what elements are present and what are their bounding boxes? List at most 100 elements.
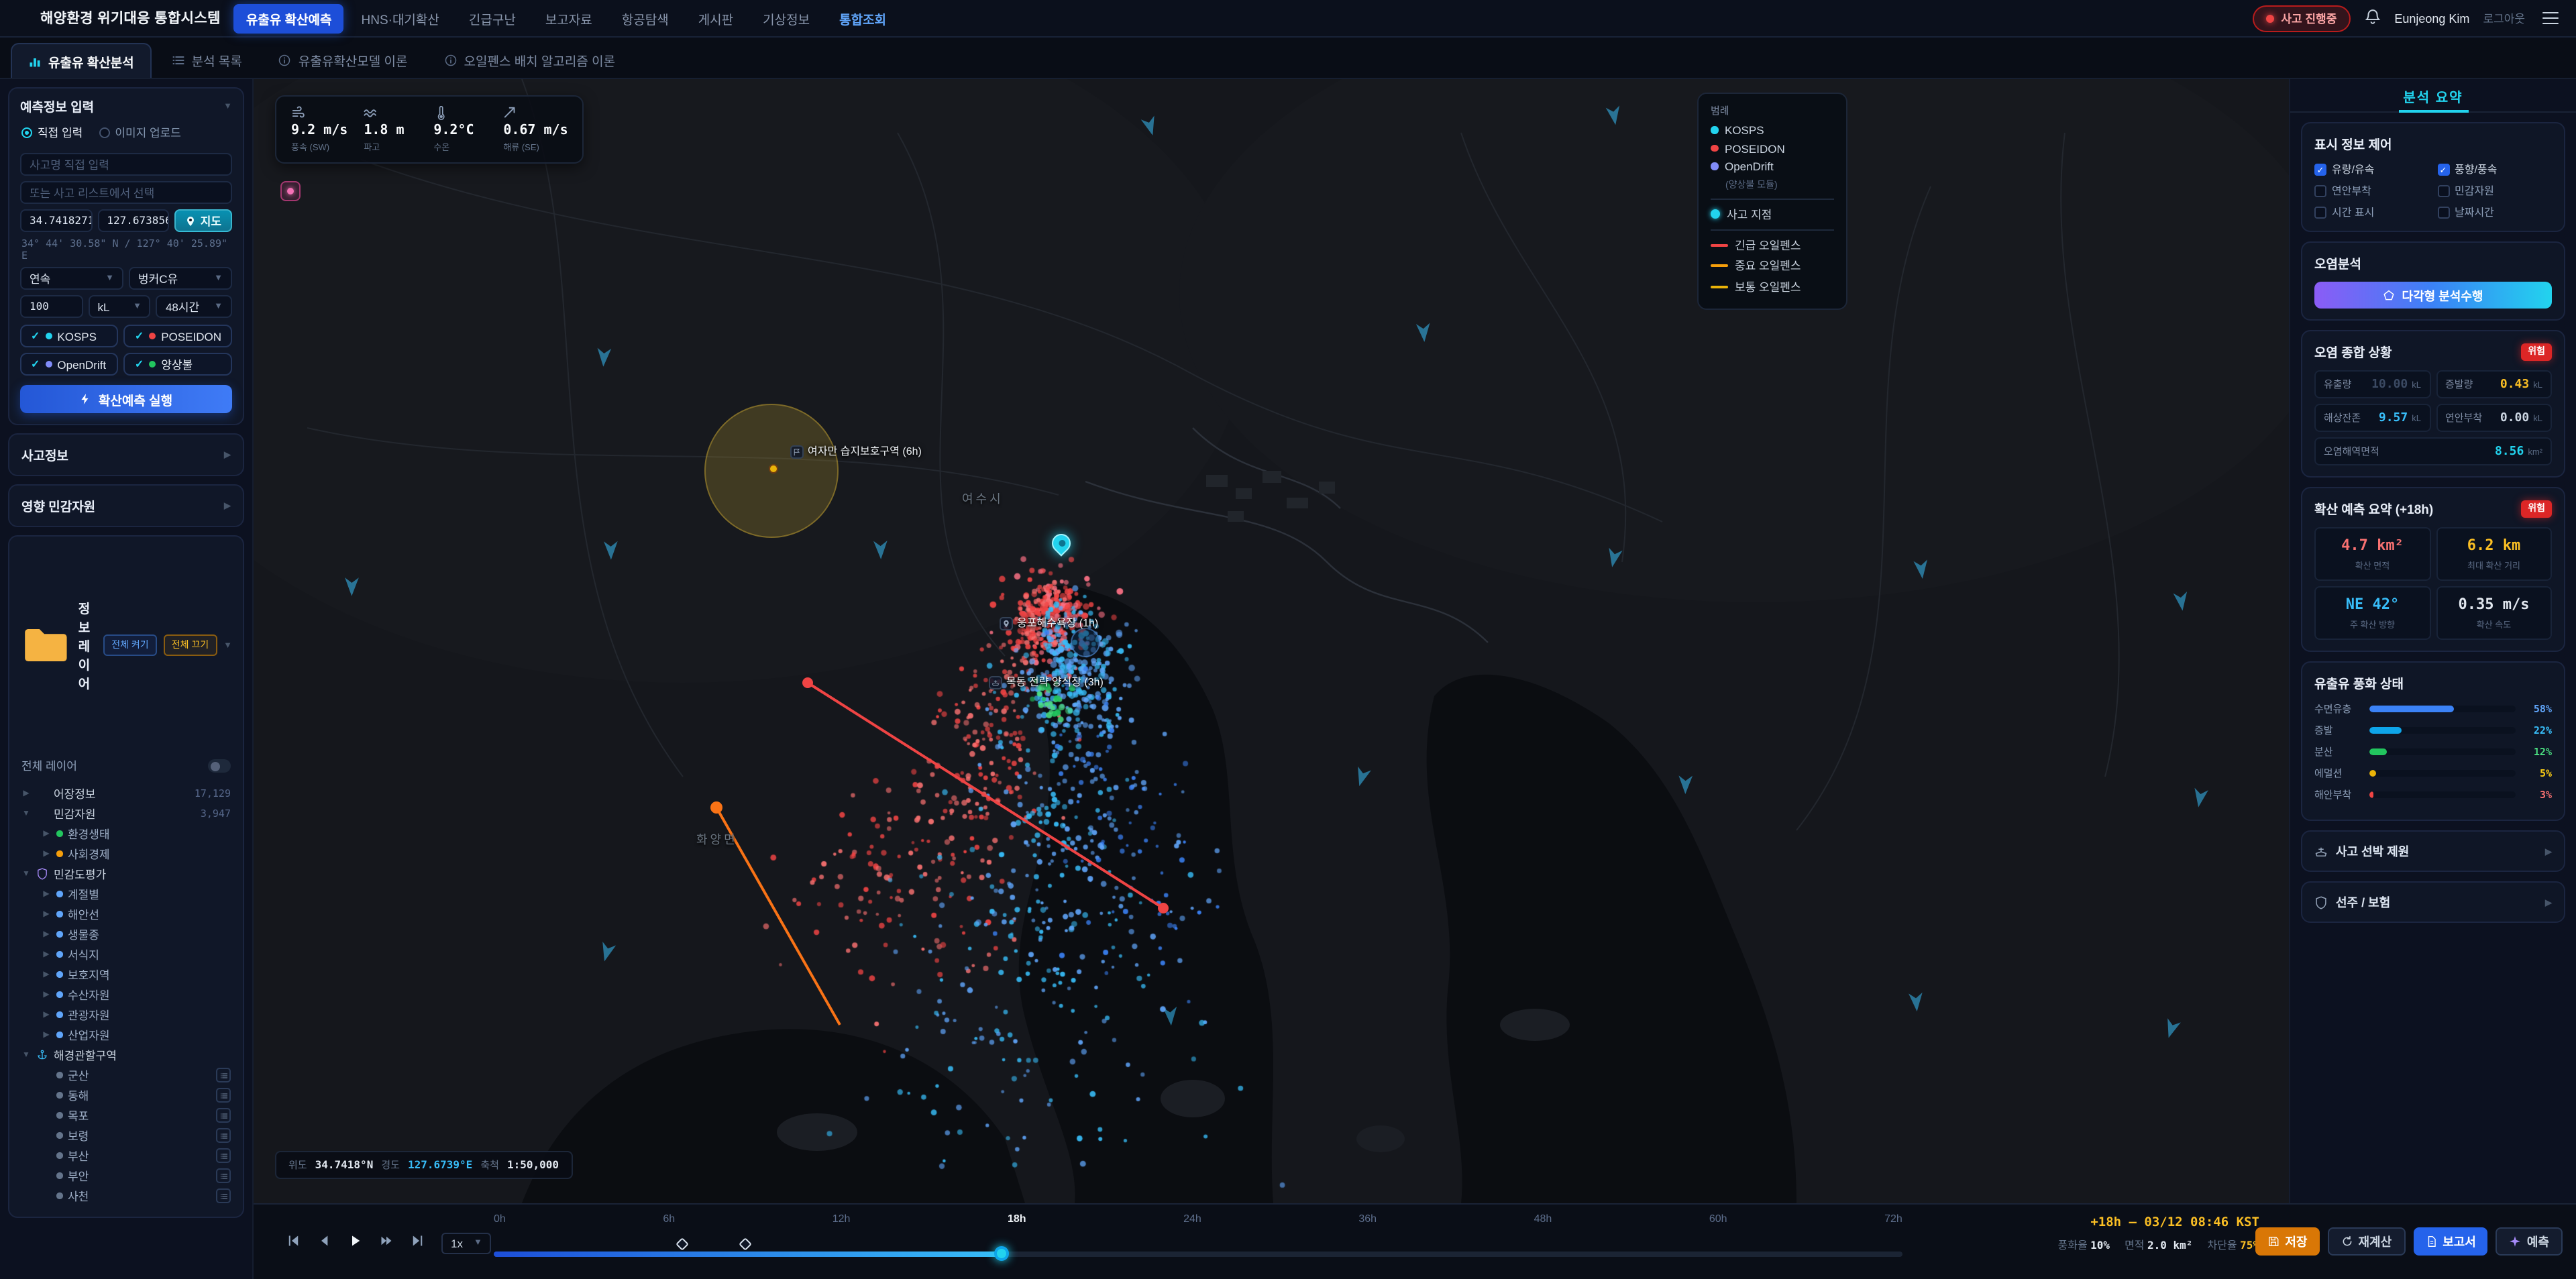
layers-all-on-button[interactable]: 전체 켜기	[103, 634, 157, 656]
nav-item[interactable]: 항공탐색	[610, 3, 681, 33]
nav-item[interactable]: 긴급구난	[457, 3, 528, 33]
layer-tree-child[interactable]: ▶ 계절별	[12, 884, 240, 904]
owner-insurance-section[interactable]: 선주 / 보험 ▶	[2301, 881, 2565, 923]
display-option-checkbox[interactable]: ✓ 유량/유속	[2314, 162, 2429, 177]
fence-deploy-marker[interactable]	[675, 1237, 688, 1250]
logout-link[interactable]: 로그아웃	[2483, 10, 2525, 26]
layer-tree-child[interactable]: ▶ 수산자원	[12, 985, 240, 1005]
layer-tree-child[interactable]: 부산	[12, 1146, 240, 1166]
layer-list-icon[interactable]	[216, 1068, 231, 1082]
fence-endpoint[interactable]	[1158, 903, 1169, 913]
nav-item[interactable]: 게시판	[686, 3, 745, 33]
save-button[interactable]: 저장	[2255, 1227, 2320, 1255]
amount-input[interactable]: 100	[20, 295, 83, 318]
display-option-checkbox[interactable]: ✓ 시간 표시	[2314, 205, 2429, 220]
emergency-oil-fence[interactable]	[806, 681, 1165, 909]
vessel-spec-section[interactable]: 사고 선박 제원 ▶	[2301, 830, 2565, 872]
radio-direct-input[interactable]: 직접 입력	[21, 125, 83, 141]
layer-tree-child[interactable]: 군산	[12, 1065, 240, 1085]
oil-type-select[interactable]: 벙커C유 ▼	[129, 267, 232, 290]
fence-endpoint[interactable]	[710, 801, 722, 814]
fence-deploy-marker[interactable]	[738, 1237, 752, 1250]
menu-icon[interactable]	[2538, 8, 2563, 29]
unit-select[interactable]: kL ▼	[88, 295, 151, 318]
tab[interactable]: 유출유확산모델 이론	[262, 43, 424, 78]
map-canvas[interactable]: 여자만 습지보호구역 (6h) 여수시 웅포해수욕장 (1h) 목동 전략 양식…	[254, 79, 2289, 1203]
map-marker-tool-button[interactable]	[280, 181, 301, 201]
layer-tree-child[interactable]: 목포	[12, 1105, 240, 1125]
timeline-track[interactable]	[494, 1237, 1902, 1261]
layer-tree-child[interactable]: ▶ 보호지역	[12, 964, 240, 985]
slick-circle-marker[interactable]	[1071, 628, 1100, 657]
map-pick-button[interactable]: 지도	[174, 209, 233, 232]
expander-icon[interactable]: ▼	[21, 870, 31, 878]
layer-tree-child[interactable]: 부안	[12, 1166, 240, 1186]
model-chip[interactable]: ✓ 양상불	[123, 353, 232, 376]
skip-end-button[interactable]	[407, 1231, 427, 1251]
layer-list-icon[interactable]	[216, 1188, 231, 1203]
spill-type-select[interactable]: 연속 ▼	[20, 267, 123, 290]
layer-tree-child[interactable]: ▶ 서식지	[12, 944, 240, 964]
fast-forward-button[interactable]	[376, 1231, 396, 1251]
layer-tree-child[interactable]: ▶ 환경생태	[12, 824, 240, 844]
display-option-checkbox[interactable]: ✓ 날짜시간	[2437, 205, 2552, 220]
duration-select[interactable]: 48시간 ▼	[156, 295, 233, 318]
display-option-checkbox[interactable]: ✓ 풍향/풍속	[2437, 162, 2552, 177]
nav-item[interactable]: 기상정보	[751, 3, 822, 33]
all-layers-toggle[interactable]	[208, 759, 231, 773]
model-chip[interactable]: ✓ KOSPS	[20, 325, 119, 347]
nav-item[interactable]: 보고자료	[533, 3, 604, 33]
predict-button[interactable]: 예측	[2496, 1227, 2563, 1255]
longitude-input[interactable]: 127.67385699	[97, 209, 170, 232]
layer-list-icon[interactable]	[216, 1148, 231, 1163]
notifications-bell-icon[interactable]	[2363, 8, 2381, 28]
incident-list-select[interactable]: 또는 사고 리스트에서 선택	[20, 181, 232, 204]
layer-tree-child[interactable]: ▶ 생물종	[12, 924, 240, 944]
layer-tree-child[interactable]: ▶ 사회경제	[12, 844, 240, 864]
layers-header[interactable]: 정보 레이어 전체 켜기 전체 끄기 ▼	[9, 537, 243, 754]
layer-tree-parent[interactable]: ▼ 해경관할구역	[12, 1045, 240, 1065]
layer-list-icon[interactable]	[216, 1108, 231, 1123]
tab[interactable]: 오일펜스 배치 알고리즘 이론	[428, 43, 632, 78]
layer-tree-child[interactable]: ▶ 해안선	[12, 904, 240, 924]
radio-image-upload[interactable]: 이미지 업로드	[99, 125, 181, 141]
latitude-input[interactable]: 34.741827129	[20, 209, 93, 232]
collapsed-section[interactable]: 사고정보 ▶	[8, 433, 244, 476]
expander-icon[interactable]: ▶	[21, 789, 31, 798]
layer-tree-parent[interactable]: ▼ 민감자원 3,947	[12, 803, 240, 824]
display-option-checkbox[interactable]: ✓ 민감자원	[2437, 184, 2552, 199]
play-button[interactable]	[345, 1231, 365, 1251]
layers-all-off-button[interactable]: 전체 끄기	[163, 634, 217, 656]
tab[interactable]: 유출유 확산분석	[11, 43, 152, 78]
layer-tree-child[interactable]: 동해	[12, 1085, 240, 1105]
step-back-button[interactable]	[314, 1231, 334, 1251]
protected-area-marker[interactable]	[769, 464, 778, 474]
layer-tree-child[interactable]: ▶ 산업자원	[12, 1025, 240, 1045]
timeline-handle[interactable]	[994, 1246, 1009, 1261]
tab[interactable]: 분석 목록	[156, 43, 258, 78]
layer-list-icon[interactable]	[216, 1088, 231, 1103]
model-chip[interactable]: ✓ OpenDrift	[20, 353, 119, 376]
skip-start-button[interactable]	[283, 1231, 303, 1251]
layer-list-icon[interactable]	[216, 1128, 231, 1143]
fence-endpoint[interactable]	[802, 677, 813, 688]
display-option-checkbox[interactable]: ✓ 연안부착	[2314, 184, 2429, 199]
nav-item[interactable]: HNS·대기확산	[350, 3, 451, 33]
layer-tree-child[interactable]: 보령	[12, 1125, 240, 1146]
recalculate-button[interactable]: 재계산	[2327, 1227, 2406, 1255]
layer-tree-child[interactable]: ▶ 관광자원	[12, 1005, 240, 1025]
incident-name-input[interactable]: 사고명 직접 입력	[20, 153, 232, 176]
playback-speed-select[interactable]: 1x ▼	[441, 1232, 492, 1254]
analysis-summary-tab[interactable]: 분석 요약	[2290, 79, 2576, 113]
run-prediction-button[interactable]: 확산예측 실행	[20, 385, 232, 413]
expander-icon[interactable]: ▼	[21, 1051, 31, 1059]
layer-tree-child[interactable]: 사천	[12, 1186, 240, 1206]
prediction-input-header[interactable]: 예측정보 입력 ▼	[9, 89, 243, 123]
model-chip[interactable]: ✓ POSEIDON	[123, 325, 232, 347]
layer-tree-parent[interactable]: ▶ 어장정보 17,129	[12, 783, 240, 803]
collapsed-section[interactable]: 영향 민감자원 ▶	[8, 484, 244, 527]
report-button[interactable]: 보고서	[2413, 1227, 2488, 1255]
layer-list-icon[interactable]	[216, 1168, 231, 1183]
polygon-analysis-button[interactable]: 다각형 분석수행	[2314, 282, 2552, 309]
expander-icon[interactable]: ▼	[21, 810, 31, 818]
